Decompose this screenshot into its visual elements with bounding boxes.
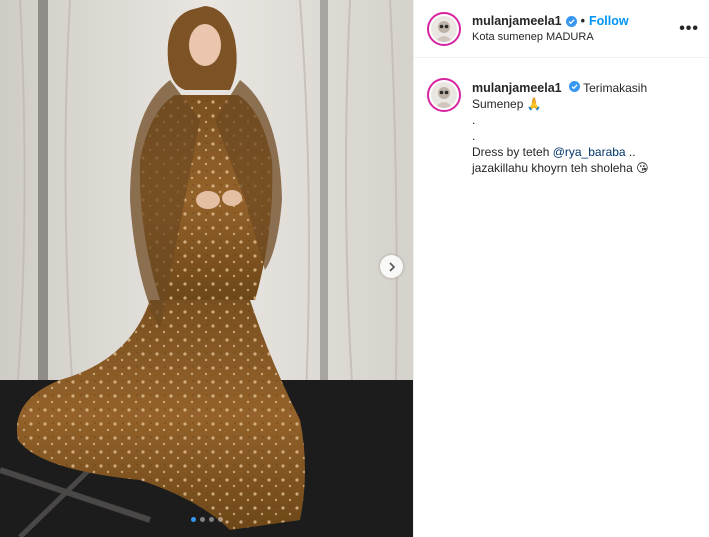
avatar-image	[435, 87, 453, 108]
follow-button[interactable]: Follow	[589, 14, 629, 28]
avatar-image	[435, 20, 453, 42]
carousel-next-button[interactable]	[380, 255, 403, 278]
caption-line-3-prefix: Dress by teteh	[472, 145, 553, 159]
chevron-right-icon	[388, 261, 395, 272]
carousel-indicator	[0, 517, 413, 522]
caption-line-4: jazakillahu khoyrn teh sholeha 😘	[472, 161, 649, 175]
header-separator: •	[580, 14, 586, 28]
post-media[interactable]	[0, 0, 413, 537]
verified-badge-icon	[568, 81, 580, 92]
caption-line-3-suffix: ..	[625, 145, 636, 159]
caption-text: mulanjameela1 Terimakasih Sumenep 🙏 . . …	[472, 80, 692, 176]
more-options-icon[interactable]: •••	[679, 20, 699, 38]
caption-dot-2: .	[472, 129, 476, 143]
caption-dot-1: .	[472, 113, 476, 127]
carousel-dot	[217, 517, 223, 522]
post-sidebar: mulanjameela1 • Follow Kota sumenep MADU…	[413, 0, 709, 537]
caption-line-2: Sumenep 🙏	[472, 97, 542, 111]
header-username[interactable]: mulanjameela1	[472, 14, 562, 28]
instagram-post: mulanjameela1 • Follow Kota sumenep MADU…	[0, 0, 709, 537]
post-header: mulanjameela1 • Follow Kota sumenep MADU…	[414, 0, 709, 58]
post-photo	[0, 0, 413, 537]
caption-line-1: Terimakasih	[583, 81, 648, 95]
carousel-dot-active	[190, 517, 196, 522]
caption-comment: mulanjameela1 Terimakasih Sumenep 🙏 . . …	[414, 58, 709, 176]
verified-badge-icon	[565, 15, 577, 27]
post-location[interactable]: Kota sumenep MADURA	[472, 31, 629, 43]
avatar[interactable]	[427, 11, 461, 46]
caption-avatar[interactable]	[427, 78, 461, 112]
caption-username[interactable]: mulanjameela1	[472, 81, 562, 95]
caption-mention[interactable]: @rya_baraba	[553, 145, 626, 159]
carousel-dot	[199, 517, 205, 522]
carousel-dot	[208, 517, 214, 522]
